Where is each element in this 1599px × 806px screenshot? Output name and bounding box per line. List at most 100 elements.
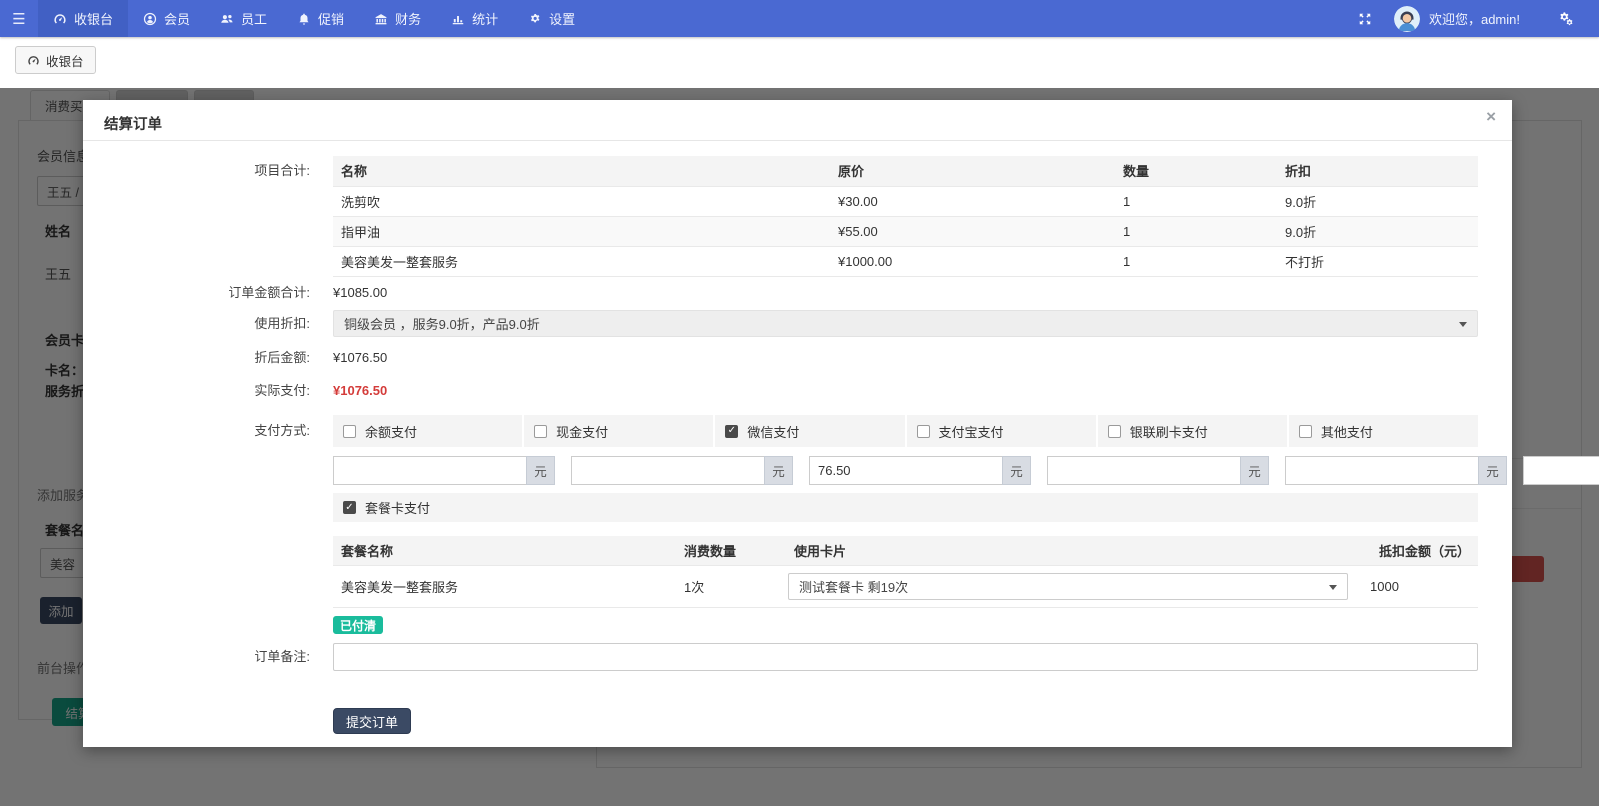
col-header-qty: 数量 — [1115, 156, 1277, 186]
cash-amount-input[interactable] — [571, 456, 764, 485]
nav-item-settings[interactable]: 设置 — [513, 0, 590, 37]
discount-label: 使用折扣: — [93, 310, 310, 337]
top-navbar: ☰ 收银台 会员 员工 促销 — [0, 0, 1599, 37]
nav-item-promotions[interactable]: 促销 — [282, 0, 359, 37]
package-card-pay-checkbox[interactable] — [343, 501, 356, 514]
currency-unit-addon: 元 — [526, 456, 555, 485]
item-discount: 9.0折 — [1277, 216, 1478, 246]
item-qty: 1 — [1115, 186, 1277, 216]
col-header-deduct-amount: 抵扣金额（元） — [1356, 541, 1478, 560]
breadcrumb-cashier-button[interactable]: 收银台 — [15, 46, 96, 74]
payment-option-unionpay: 银联刷卡支付 — [1098, 415, 1289, 447]
item-qty: 1 — [1115, 246, 1277, 276]
discount-select[interactable]: 铜级会员 ，服务9.0折，产品9.0折 — [333, 310, 1478, 337]
payment-label: 微信支付 — [747, 422, 799, 441]
wechat-pay-checkbox[interactable] — [725, 425, 738, 438]
col-header-package-name: 套餐名称 — [333, 541, 676, 560]
item-discount: 9.0折 — [1277, 186, 1478, 216]
balance-amount-input[interactable] — [333, 456, 526, 485]
item-discount: 不打折 — [1277, 246, 1478, 276]
nav-item-label: 收银台 — [74, 9, 113, 28]
cash-pay-checkbox[interactable] — [534, 425, 547, 438]
package-row: 美容美发一整套服务 1次 测试套餐卡 剩19次 1000 — [333, 566, 1478, 608]
close-icon[interactable]: × — [1486, 108, 1496, 125]
payment-method-label: 支付方式: — [93, 415, 310, 447]
navbar-right: 欢迎您，admin! — [1346, 0, 1599, 37]
payment-option-balance: 余额支付 — [333, 415, 524, 447]
currency-unit-addon: 元 — [764, 456, 793, 485]
fullscreen-button[interactable] — [1346, 12, 1384, 26]
order-total-label: 订单金额合计: — [93, 278, 310, 308]
bank-icon — [374, 12, 388, 26]
payment-label: 其他支付 — [1321, 422, 1373, 441]
col-header-discount: 折扣 — [1277, 156, 1478, 186]
payment-label: 余额支付 — [365, 422, 417, 441]
package-table-header: 套餐名称 消费数量 使用卡片 抵扣金额（元） — [333, 536, 1478, 566]
item-name: 美容美发一整套服务 — [333, 246, 830, 276]
menu-toggle-button[interactable]: ☰ — [0, 0, 38, 37]
nav-item-label: 统计 — [472, 9, 498, 28]
nav-item-label: 员工 — [241, 9, 267, 28]
nav-item-label: 设置 — [549, 9, 575, 28]
order-item-row: 美容美发一整套服务 ¥1000.00 1 不打折 — [333, 246, 1478, 276]
deduct-amount: 1000 — [1356, 579, 1478, 594]
actual-pay-label: 实际支付: — [93, 376, 310, 406]
balance-pay-checkbox[interactable] — [343, 425, 356, 438]
payment-methods: 余额支付 现金支付 微信支付 支付宝支付 银联刷卡支付 — [333, 415, 1478, 495]
cogs-icon — [528, 12, 542, 26]
other-amount-input[interactable] — [1523, 456, 1599, 485]
order-total-value: ¥1085.00 — [333, 278, 1478, 308]
breadcrumb-label: 收银台 — [46, 51, 84, 70]
discounted-label: 折后金额: — [93, 343, 310, 373]
order-item-row: 指甲油 ¥55.00 1 9.0折 — [333, 216, 1478, 246]
chevron-down-icon — [1329, 585, 1337, 590]
user-circle-icon — [143, 12, 157, 26]
unionpay-checkbox[interactable] — [1108, 425, 1121, 438]
col-header-consume-qty: 消费数量 — [676, 541, 786, 560]
breadcrumb-bar: 收银台 — [0, 37, 1599, 88]
welcome-user-menu[interactable]: 欢迎您，admin! — [1429, 9, 1520, 28]
nav-item-members[interactable]: 会员 — [128, 0, 205, 37]
order-remark-input[interactable] — [333, 643, 1478, 671]
users-icon — [220, 12, 234, 26]
user-avatar[interactable] — [1394, 6, 1420, 32]
nav-item-staff[interactable]: 员工 — [205, 0, 282, 37]
col-header-name: 名称 — [333, 156, 830, 186]
currency-unit-addon: 元 — [1478, 456, 1507, 485]
alipay-checkbox[interactable] — [917, 425, 930, 438]
bar-chart-icon — [451, 12, 465, 26]
unionpay-amount-input[interactable] — [1285, 456, 1478, 485]
items-section-label: 项目合计: — [93, 156, 310, 186]
payment-option-cash: 现金支付 — [524, 415, 715, 447]
wechat-amount-input[interactable] — [809, 456, 1002, 485]
remark-label: 订单备注: — [93, 643, 310, 671]
tachometer-icon — [27, 54, 40, 67]
quick-settings-button[interactable] — [1546, 11, 1585, 26]
app-window: ☰ 收银台 会员 员工 促销 — [0, 0, 1599, 806]
tachometer-icon — [53, 12, 67, 26]
other-pay-checkbox[interactable] — [1299, 425, 1312, 438]
item-price: ¥1000.00 — [830, 246, 1115, 276]
nav-item-label: 会员 — [164, 9, 190, 28]
submit-order-button[interactable]: 提交订单 — [333, 708, 411, 734]
item-name: 洗剪吹 — [333, 186, 830, 216]
col-header-card-used: 使用卡片 — [786, 541, 1356, 560]
actual-pay-value: ¥1076.50 — [333, 376, 1478, 406]
card-select[interactable]: 测试套餐卡 剩19次 — [788, 573, 1348, 600]
alipay-amount-input[interactable] — [1047, 456, 1240, 485]
discount-select-value: 铜级会员 ，服务9.0折，产品9.0折 — [344, 314, 540, 333]
currency-unit-addon: 元 — [1002, 456, 1031, 485]
nav-item-finance[interactable]: 财务 — [359, 0, 436, 37]
payment-option-wechat: 微信支付 — [715, 415, 906, 447]
expand-icon — [1358, 12, 1372, 26]
col-header-price: 原价 — [830, 156, 1115, 186]
card-select-value: 测试套餐卡 剩19次 — [799, 577, 908, 596]
paid-status-badge: 已付清 — [333, 616, 383, 634]
nav-item-statistics[interactable]: 统计 — [436, 0, 513, 37]
nav-item-cashier[interactable]: 收银台 — [38, 0, 128, 37]
order-item-row: 洗剪吹 ¥30.00 1 9.0折 — [333, 186, 1478, 216]
package-table: 套餐名称 消费数量 使用卡片 抵扣金额（元） 美容美发一整套服务 1次 测试套餐… — [333, 536, 1478, 608]
payment-label: 银联刷卡支付 — [1130, 422, 1208, 441]
gears-icon — [1558, 11, 1573, 26]
nav-item-label: 促销 — [318, 9, 344, 28]
